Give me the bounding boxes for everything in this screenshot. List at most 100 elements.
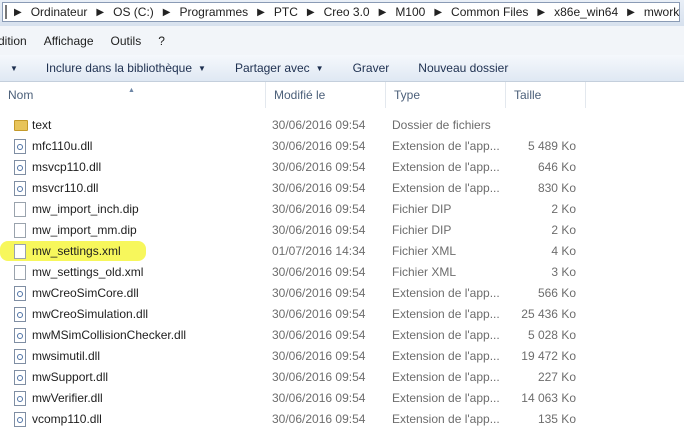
dll-icon [14,139,26,154]
burn-button[interactable]: Graver [353,61,390,75]
file-row[interactable]: text 30/06/2016 09:54 Dossier de fichiers [0,115,684,136]
column-header-size[interactable]: Taille [506,82,586,108]
new-folder-button[interactable]: Nouveau dossier [418,61,508,75]
file-type: Fichier XML [392,265,457,279]
file-modified-date: 30/06/2016 09:54 [272,286,366,300]
file-modified-date: 30/06/2016 09:54 [272,160,366,174]
file-row[interactable]: mwCreoSimCore.dll 30/06/2016 09:54 Extensi… [0,283,684,304]
file-type: Extension de l'app... [392,370,500,384]
file-size: 14 063 Ko [521,391,576,405]
menu-outils[interactable]: Outils [111,34,142,48]
breadcrumb-programmes[interactable]: Programmes [175,5,252,19]
file-row[interactable]: mwCreoSimulation.dll 30/06/2016 09:54 Exte… [0,304,684,325]
dll-icon [14,307,26,322]
breadcrumb-creo[interactable]: Creo 3.0 [320,5,374,19]
xml-icon [14,244,26,259]
file-name: vcomp110.dll [32,412,102,426]
menu-help[interactable]: ? [158,34,165,48]
file-row[interactable]: mw_settings.xml 01/07/2016 14:34 Fichier X… [0,241,684,262]
file-size: 2 Ko [551,223,576,237]
file-name: mw_import_inch.dip [32,202,139,216]
file-modified-date: 30/06/2016 09:54 [272,328,366,342]
column-header-type[interactable]: Type [386,82,506,108]
file-name: mwSupport.dll [32,370,109,384]
file-size: 5 489 Ko [527,139,576,153]
file-modified-date: 30/06/2016 09:54 [272,412,366,426]
file-modified-date: 30/06/2016 09:54 [272,391,366,405]
chevron-right-icon[interactable]: ▶ [158,7,176,18]
file-row[interactable]: mwVerifier.dll 30/06/2016 09:54 Extension … [0,388,684,409]
breadcrumb-ptc[interactable]: PTC [270,5,302,19]
breadcrumb[interactable]: ▶ Ordinateur ▶ OS (C:) ▶ Programmes ▶ PT… [2,2,680,22]
dll-icon [14,370,26,385]
file-name: mwCreoSimCore.dll [32,286,139,300]
file-size: 5 028 Ko [527,328,576,342]
file-row[interactable]: mw_import_inch.dip 30/06/2016 09:54 Fichie… [0,199,684,220]
file-name: mwCreoSimulation.dll [32,307,149,321]
breadcrumb-os-c[interactable]: OS (C:) [109,5,158,19]
file-modified-date: 30/06/2016 09:54 [272,349,366,363]
include-library-label: Inclure dans la bibliothèque [45,61,193,75]
file-type: Extension de l'app... [392,412,500,426]
file-size: 830 Ko [537,181,576,195]
chevron-right-icon[interactable]: ▶ [622,7,640,18]
address-bar: ▶ Ordinateur ▶ OS (C:) ▶ Programmes ▶ PT… [0,0,684,26]
chevron-right-icon[interactable]: ▶ [302,7,320,18]
column-header-type-label: Type [394,88,421,102]
dll-icon [14,349,26,364]
file-size: 646 Ko [537,160,576,174]
file-row[interactable]: mwMSimCollisionChecker.dll 30/06/2016 09:… [0,325,684,346]
breadcrumb-ordinateur[interactable]: Ordinateur [27,5,92,19]
file-name: mfc110u.dll [32,139,93,153]
file-name: mwMSimCollisionChecker.dll [32,328,187,342]
dll-icon [14,160,26,175]
file-size: 566 Ko [537,286,576,300]
column-header-size-label: Taille [514,88,542,102]
dll-icon [14,286,26,301]
share-with-button[interactable]: Partager avec ▼ [235,61,324,75]
file-type: Dossier de fichiers [392,118,491,132]
file-modified-date: 30/06/2016 09:54 [272,265,366,279]
dll-icon [14,328,26,343]
file-row[interactable]: mw_settings_old.xml 30/06/2016 09:54 Fichi… [0,262,684,283]
file-type: Extension de l'app... [392,328,500,342]
file-modified-date: 30/06/2016 09:54 [272,202,366,216]
file-row[interactable]: msvcr110.dll 30/06/2016 09:54 Extension de… [0,178,684,199]
file-size: 135 Ko [537,412,576,426]
file-type: Extension de l'app... [392,307,500,321]
menu-edition[interactable]: dition [0,34,27,48]
menu-affichage[interactable]: Affichage [44,34,94,48]
column-header-modified[interactable]: Modifié le [266,82,386,108]
file-row[interactable]: vcomp110.dll 30/06/2016 09:54 Extension de… [0,409,684,430]
caret-down-icon: ▼ [198,63,206,73]
file-modified-date: 30/06/2016 09:54 [272,307,366,321]
chevron-right-icon[interactable]: ▶ [91,7,109,18]
file-name: mw_settings_old.xml [32,265,144,279]
file-modified-date: 30/06/2016 09:54 [272,370,366,384]
column-header-name[interactable]: ▲ Nom [0,82,266,108]
file-row[interactable]: mw_import_mm.dip 30/06/2016 09:54 Fichier … [0,220,684,241]
file-icon [14,223,26,238]
file-row[interactable]: msvcp110.dll 30/06/2016 09:54 Extension de… [0,157,684,178]
file-icon [14,202,26,217]
file-row[interactable]: mwsimutil.dll 30/06/2016 09:54 Extension d… [0,346,684,367]
chevron-right-icon[interactable]: ▶ [374,7,392,18]
caret-down-icon[interactable]: ▼ [10,64,18,73]
include-library-button[interactable]: Inclure dans la bibliothèque ▼ [46,61,206,75]
file-type: Fichier DIP [392,223,452,237]
chevron-right-icon[interactable]: ▶ [9,7,27,18]
breadcrumb-mworks[interactable]: mworks [640,5,679,19]
chevron-right-icon[interactable]: ▶ [252,7,270,18]
file-name: mwsimutil.dll [32,349,101,363]
chevron-right-icon[interactable]: ▶ [429,7,447,18]
breadcrumb-m100[interactable]: M100 [391,5,429,19]
file-row[interactable]: mwSupport.dll 30/06/2016 09:54 Extension d… [0,367,684,388]
file-row[interactable]: mfc110u.dll 30/06/2016 09:54 Extension de … [0,136,684,157]
file-name: mw_settings.xml [32,244,121,258]
dll-icon [14,181,26,196]
breadcrumb-common-files[interactable]: Common Files [447,5,532,19]
caret-down-icon: ▼ [315,63,324,73]
breadcrumb-x86e-win64[interactable]: x86e_win64 [550,5,622,19]
chevron-right-icon[interactable]: ▶ [532,7,550,18]
file-list: text 30/06/2016 09:54 Dossier de fichiers m… [0,115,684,430]
